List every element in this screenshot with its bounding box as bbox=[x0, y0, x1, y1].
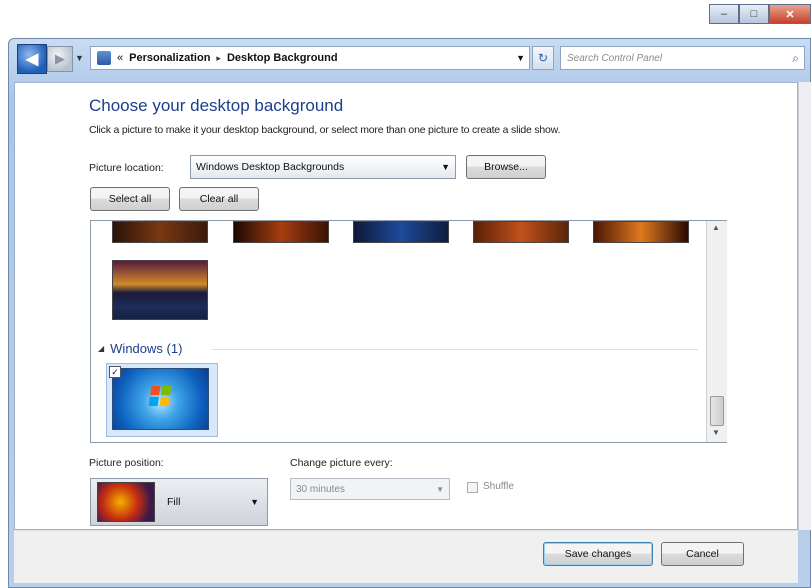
arrow-left-icon: ◀ bbox=[25, 51, 39, 68]
caption-buttons: – □ ✕ bbox=[709, 4, 811, 24]
gallery-scrollbar[interactable]: ▲ ▼ bbox=[706, 221, 727, 442]
change-picture-label: Change picture every: bbox=[290, 457, 393, 469]
wallpaper-thumbnail[interactable] bbox=[473, 221, 569, 243]
position-preview-image bbox=[97, 482, 155, 522]
clear-all-button[interactable]: Clear all bbox=[179, 187, 259, 211]
page-title: Choose your desktop background bbox=[89, 96, 344, 115]
thumbnail-checkbox[interactable]: ✓ bbox=[109, 366, 121, 378]
windows-logo-icon bbox=[148, 386, 172, 406]
search-placeholder: Search Control Panel bbox=[567, 52, 663, 64]
wallpaper-thumbnail[interactable] bbox=[112, 221, 208, 243]
search-input[interactable]: Search Control Panel ⌕ bbox=[560, 46, 805, 70]
scroll-down-icon[interactable]: ▼ bbox=[712, 428, 720, 437]
chevron-down-icon: ▼ bbox=[441, 162, 450, 172]
picture-location-value: Windows Desktop Backgrounds bbox=[196, 161, 345, 173]
maximize-button[interactable]: □ bbox=[739, 4, 769, 24]
page-subtitle: Click a picture to make it your desktop … bbox=[89, 124, 561, 136]
scroll-up-icon[interactable]: ▲ bbox=[712, 223, 720, 232]
picture-position-value: Fill bbox=[167, 496, 181, 508]
back-button[interactable]: ◀ bbox=[17, 44, 47, 74]
scroll-thumb[interactable] bbox=[710, 396, 724, 426]
address-overflow[interactable]: « bbox=[117, 52, 123, 64]
chevron-down-icon[interactable]: ▼ bbox=[516, 53, 525, 63]
save-changes-button[interactable]: Save changes bbox=[543, 542, 653, 566]
browse-button[interactable]: Browse... bbox=[466, 155, 546, 179]
picture-location-select[interactable]: Windows Desktop Backgrounds ▼ bbox=[190, 155, 456, 179]
group-label: Windows (1) bbox=[110, 341, 183, 356]
minimize-button[interactable]: – bbox=[709, 4, 739, 24]
breadcrumb-personalization[interactable]: Personalization bbox=[129, 52, 210, 64]
shuffle-checkbox[interactable] bbox=[467, 482, 478, 493]
picture-position-select[interactable]: Fill ▼ bbox=[90, 478, 268, 526]
page-scrollbar[interactable] bbox=[798, 82, 811, 530]
wallpaper-thumbnail[interactable] bbox=[593, 221, 689, 243]
refresh-button[interactable]: ↻ bbox=[532, 46, 554, 70]
select-all-button[interactable]: Select all bbox=[90, 187, 170, 211]
picture-location-label: Picture location: bbox=[89, 162, 164, 174]
wallpaper-thumbnail[interactable] bbox=[233, 221, 329, 243]
title-bar: – □ ✕ bbox=[0, 0, 811, 38]
close-button[interactable]: ✕ bbox=[769, 4, 811, 24]
shuffle-label: Shuffle bbox=[483, 481, 514, 492]
wallpaper-thumbnail[interactable] bbox=[353, 221, 449, 243]
chevron-down-icon: ▼ bbox=[250, 497, 259, 507]
control-panel-icon bbox=[97, 51, 111, 65]
wallpaper-thumbnail[interactable] bbox=[112, 260, 208, 320]
picture-position-label: Picture position: bbox=[89, 457, 164, 469]
group-divider bbox=[212, 349, 698, 350]
recent-pages-dropdown[interactable]: ▼ bbox=[75, 53, 84, 63]
group-header-windows[interactable]: ◢ Windows (1) bbox=[98, 341, 182, 356]
arrow-right-icon: ▶ bbox=[55, 51, 65, 66]
search-icon[interactable]: ⌕ bbox=[792, 51, 799, 66]
address-bar[interactable]: « Personalization ▸ Desktop Background ▼ bbox=[90, 46, 530, 70]
refresh-icon: ↻ bbox=[537, 51, 549, 65]
collapse-triangle-icon[interactable]: ◢ bbox=[98, 344, 104, 353]
change-interval-value: 30 minutes bbox=[296, 483, 345, 495]
forward-button[interactable]: ▶ bbox=[47, 46, 73, 72]
breadcrumb-separator[interactable]: ▸ bbox=[216, 53, 221, 64]
chevron-down-icon: ▼ bbox=[436, 484, 444, 494]
cancel-button[interactable]: Cancel bbox=[661, 542, 744, 566]
breadcrumb-desktop-background[interactable]: Desktop Background bbox=[227, 52, 338, 64]
change-interval-select[interactable]: 30 minutes ▼ bbox=[290, 478, 450, 500]
